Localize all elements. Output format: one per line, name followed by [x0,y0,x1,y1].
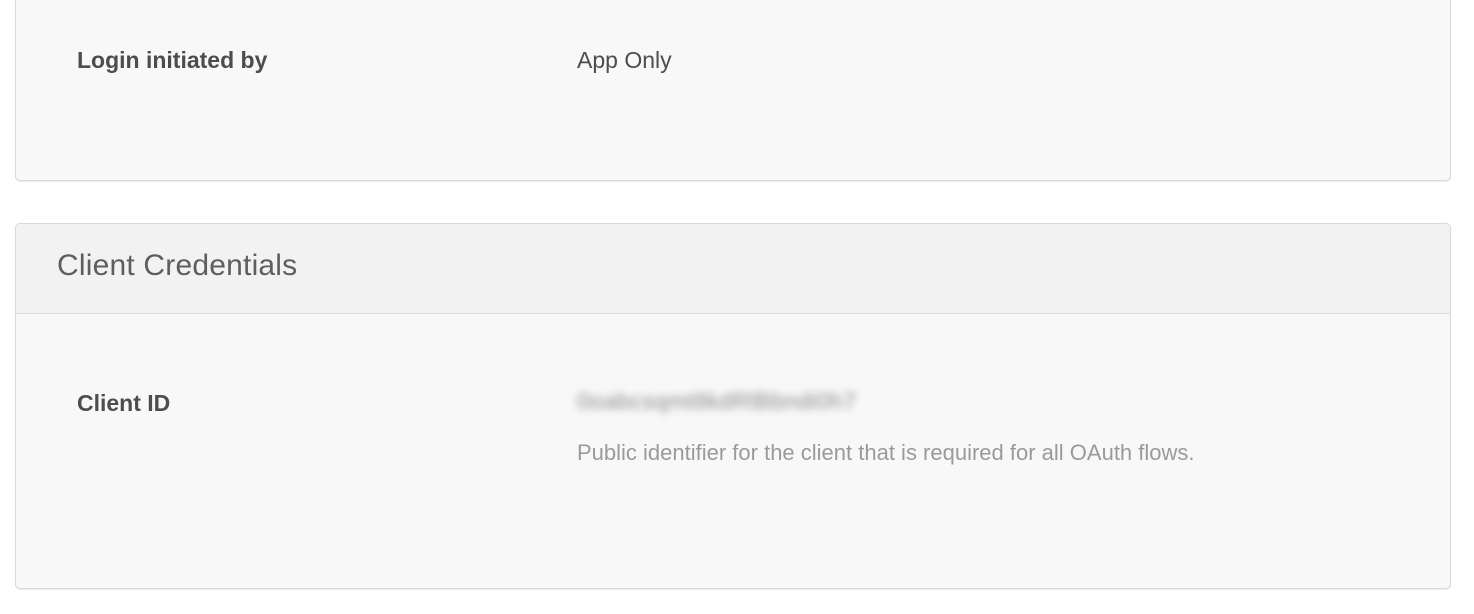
login-initiated-by-value: App Only [577,47,672,73]
client-id-label: Client ID [77,390,171,416]
client-credentials-panel: Client Credentials Client ID 0oabcsqmt8k… [15,223,1451,589]
client-credentials-header: Client Credentials [16,224,1450,314]
login-initiated-by-label: Login initiated by [77,47,268,73]
client-credentials-title: Client Credentials [57,249,298,282]
client-id-value[interactable]: 0oabcsqmt8kdRlBbndi0h7 [577,388,857,415]
login-settings-panel: Login initiated by App Only [15,0,1451,181]
client-id-help-text: Public identifier for the client that is… [577,440,1195,465]
